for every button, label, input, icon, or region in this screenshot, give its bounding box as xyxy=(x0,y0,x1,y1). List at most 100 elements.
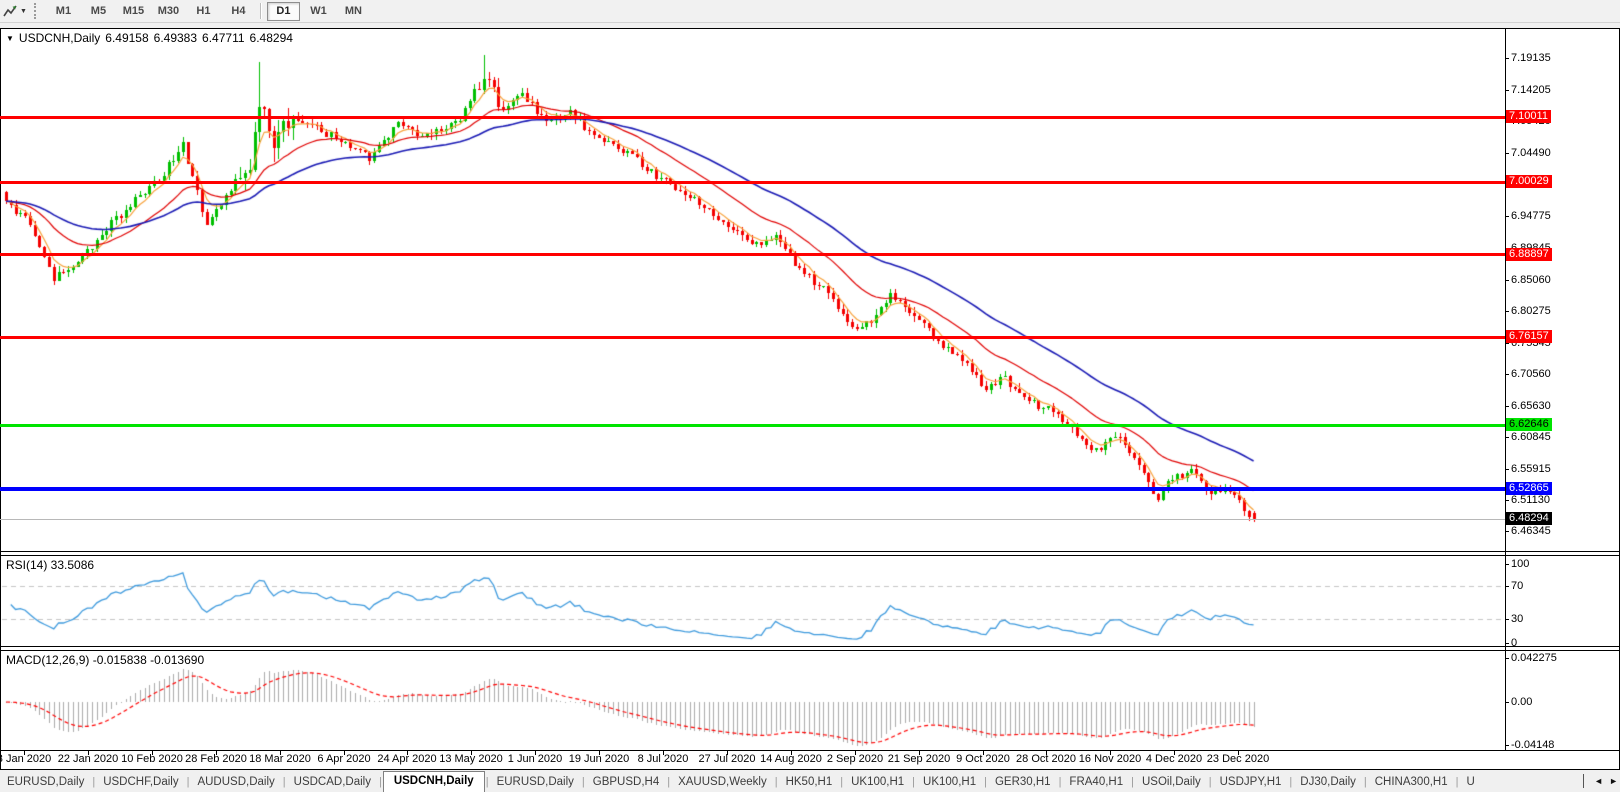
price-tick-label: 6.80275 xyxy=(1511,305,1551,317)
toolbar: ▼ M1 M5 M15 M30 H1 H4 D1 W1 MN xyxy=(0,0,1620,23)
price-tick-label: 6.51130 xyxy=(1511,494,1550,506)
rsi-tick-mark xyxy=(1505,564,1509,565)
timeframe-button-w1[interactable]: W1 xyxy=(302,2,335,21)
timeframe-button-m15[interactable]: M15 xyxy=(117,2,150,21)
price-tick-mark xyxy=(1505,469,1509,470)
chart-tab-u[interactable]: U xyxy=(1459,773,1481,792)
price-tick-mark xyxy=(1505,531,1509,532)
time-tick-label: 4 Dec 2020 xyxy=(1145,753,1203,765)
price-tick-label: 6.94775 xyxy=(1511,210,1551,222)
macd-tick-mark xyxy=(1505,745,1509,746)
rsi-tick-mark xyxy=(1505,643,1509,644)
price-tick-mark xyxy=(1505,216,1509,217)
timeframe-button-m5[interactable]: M5 xyxy=(82,2,115,21)
level-line[interactable] xyxy=(0,487,1505,491)
panel-separator[interactable] xyxy=(0,555,1620,556)
price-tick-label: 7.14205 xyxy=(1511,84,1551,96)
chart-tab-usdchf-daily[interactable]: USDCHF,Daily xyxy=(96,773,185,792)
chart-tab-usoil-daily[interactable]: USOil,Daily xyxy=(1135,773,1208,792)
time-tick-label: 14 Aug 2020 xyxy=(760,753,822,765)
chart-tab-uk100-h1[interactable]: UK100,H1 xyxy=(916,773,983,792)
macd-tick-label: 0.042275 xyxy=(1511,652,1557,664)
rsi-label: RSI(14) 33.5086 xyxy=(6,558,95,572)
ohlc-open: 6.49158 xyxy=(105,31,149,45)
timeframe-button-m1[interactable]: M1 xyxy=(47,2,80,21)
toolbar-dropdown-caret-icon[interactable]: ▼ xyxy=(20,8,27,15)
timeframe-button-m30[interactable]: M30 xyxy=(152,2,185,21)
panel-separator[interactable] xyxy=(0,646,1620,647)
chart-tab-dj30-daily[interactable]: DJ30,Daily xyxy=(1293,773,1363,792)
timeframe-button-h1[interactable]: H1 xyxy=(187,2,220,21)
time-tick-label: 3 Jan 2020 xyxy=(0,753,52,765)
time-tick-label: 28 Oct 2020 xyxy=(1016,753,1076,765)
chart-tab-ger30-h1[interactable]: GER30,H1 xyxy=(988,773,1058,792)
chart-tool-button[interactable] xyxy=(1,2,19,20)
chart-symbol-label: USDCNH,Daily xyxy=(18,31,101,45)
time-tick-label: 2 Sep 2020 xyxy=(826,753,884,765)
level-line[interactable] xyxy=(0,336,1505,339)
ohlc-high: 6.49383 xyxy=(153,31,198,45)
rsi-tick-label: 0 xyxy=(1511,637,1518,649)
time-tick-label: 18 Mar 2020 xyxy=(249,753,311,765)
rsi-tick-label: 70 xyxy=(1511,580,1524,592)
chart-tabs: EURUSD,Daily | USDCHF,Daily | AUDUSD,Daily | U… xyxy=(0,770,1592,792)
level-line[interactable] xyxy=(0,116,1505,119)
chart-tab-gbpusd-h4[interactable]: GBPUSD,H4 xyxy=(586,773,666,792)
macd-tick-mark xyxy=(1505,658,1509,659)
timeframe-buttons: M1 M5 M15 M30 H1 H4 D1 W1 MN xyxy=(46,1,371,21)
chart-tab-usdcad-daily[interactable]: USDCAD,Daily xyxy=(287,773,378,792)
level-price-badge: 7.10011 xyxy=(1506,110,1551,123)
panel-separator[interactable] xyxy=(0,551,1620,552)
chart-tab-eurusd-daily[interactable]: EURUSD,Daily xyxy=(0,773,91,792)
chart-tab-audusd-daily[interactable]: AUDUSD,Daily xyxy=(190,773,281,792)
chart-tab-china300-h1[interactable]: CHINA300,H1 xyxy=(1368,773,1455,792)
level-line[interactable] xyxy=(0,181,1505,184)
price-tick-label: 6.60845 xyxy=(1511,431,1551,443)
price-tick-mark xyxy=(1505,374,1509,375)
chart-tab-usdcnh-daily[interactable]: USDCNH,Daily xyxy=(382,771,485,792)
tab-scroll-arrows: ◄ ► xyxy=(1583,774,1618,788)
price-tick-label: 6.85060 xyxy=(1511,274,1551,286)
toolbar-group-separator xyxy=(259,3,262,19)
level-line[interactable] xyxy=(0,424,1505,427)
price-tick-mark xyxy=(1505,437,1509,438)
chart-tab-usdjpy-h1[interactable]: USDJPY,H1 xyxy=(1213,773,1289,792)
rsi-tick-mark xyxy=(1505,619,1509,620)
chart-tab-uk100-h1[interactable]: UK100,H1 xyxy=(844,773,911,792)
time-tick-label: 1 Jun 2020 xyxy=(507,753,563,765)
level-price-badge: 6.76157 xyxy=(1506,330,1552,343)
timeframe-button-h4[interactable]: H4 xyxy=(222,2,255,21)
time-tick-label: 24 Apr 2020 xyxy=(377,753,437,765)
time-tick-label: 6 Apr 2020 xyxy=(317,753,371,765)
price-tick-label: 7.04490 xyxy=(1511,147,1551,159)
chart-tab-hk50-h1[interactable]: HK50,H1 xyxy=(779,773,840,792)
level-price-badge: 6.88897 xyxy=(1506,248,1552,261)
price-tick-mark xyxy=(1505,311,1509,312)
level-line[interactable] xyxy=(0,253,1505,256)
price-tick-label: 6.55915 xyxy=(1511,463,1551,475)
timeframe-button-d1[interactable]: D1 xyxy=(266,1,300,21)
price-tick-mark xyxy=(1505,343,1509,344)
current-price-line xyxy=(0,519,1505,520)
tab-scroll-left-icon[interactable]: ◄ xyxy=(1594,776,1603,786)
level-price-badge: 6.52865 xyxy=(1506,482,1552,495)
time-tick-label: 8 Jul 2020 xyxy=(637,753,689,765)
rsi-tick-label: 100 xyxy=(1511,558,1530,570)
chart-tab-bar: EURUSD,Daily | USDCHF,Daily | AUDUSD,Daily | U… xyxy=(0,770,1620,792)
macd-tick-mark xyxy=(1505,702,1509,703)
tab-scroll-right-icon[interactable]: ► xyxy=(1609,776,1618,786)
chart-tab-eurusd-daily[interactable]: EURUSD,Daily xyxy=(490,773,581,792)
chart-tab-fra40-h1[interactable]: FRA40,H1 xyxy=(1062,773,1130,792)
timeframe-button-mn[interactable]: MN xyxy=(337,2,370,21)
price-tick-label: 6.65630 xyxy=(1511,400,1551,412)
chart-tab-xauusd-weekly[interactable]: XAUUSD,Weekly xyxy=(671,773,774,792)
panel-separator[interactable] xyxy=(0,650,1620,651)
tab-arrows-separator xyxy=(1583,774,1585,788)
toolbar-drag-handle[interactable] xyxy=(33,3,40,19)
time-axis-line xyxy=(0,750,1620,751)
chart-header: ▼ USDCNH,Daily 6.49158 6.49383 6.47711 6… xyxy=(6,31,293,45)
price-tick-label: 6.70560 xyxy=(1511,368,1551,380)
price-tick-mark xyxy=(1505,58,1509,59)
current-price-badge: 6.48294 xyxy=(1506,512,1552,525)
chart-collapse-caret-icon[interactable]: ▼ xyxy=(6,34,14,43)
